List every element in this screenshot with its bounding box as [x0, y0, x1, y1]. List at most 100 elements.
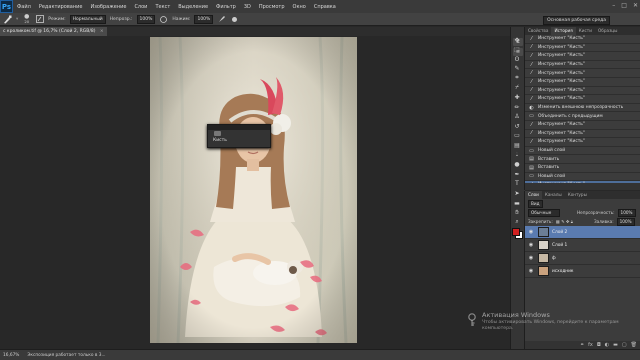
- history-tab[interactable]: Образцы: [595, 27, 621, 35]
- trash-icon[interactable]: 🗑︎: [631, 341, 637, 349]
- marquee-tool-icon[interactable]: ⬚: [513, 46, 521, 54]
- mode-select[interactable]: Нормальный: [69, 14, 106, 24]
- minimize-button[interactable]: –: [612, 2, 615, 9]
- adjustment-icon[interactable]: ◐: [605, 341, 609, 349]
- menu-item[interactable]: 3D: [240, 4, 255, 10]
- history-item[interactable]: ▭ Объединить с предыдущим: [525, 112, 640, 121]
- move-tool-icon[interactable]: ✥: [513, 36, 521, 44]
- history-item[interactable]: ⁄ Инструмент "Кисть": [525, 138, 640, 147]
- close-window-button[interactable]: ✕: [633, 2, 638, 9]
- history-item[interactable]: ⁄ Инструмент "Кисть": [525, 61, 640, 70]
- close-document-icon[interactable]: ×: [100, 29, 104, 34]
- eraser-icon[interactable]: ▭: [513, 132, 521, 140]
- type-tool-icon[interactable]: T: [513, 180, 521, 188]
- menu-item[interactable]: Слои: [130, 4, 151, 10]
- menu-item[interactable]: Изображение: [86, 4, 130, 10]
- layers-tab[interactable]: Каналы: [542, 191, 565, 199]
- quick-select-icon[interactable]: ✎: [513, 65, 521, 73]
- workspace-select[interactable]: Основная рабочая среда: [543, 16, 610, 25]
- menu-item[interactable]: Текст: [151, 4, 174, 10]
- healing-brush-icon[interactable]: ✚: [513, 94, 521, 102]
- crop-tool-icon[interactable]: ⌗: [513, 74, 521, 82]
- pen-tool-icon[interactable]: ✒: [513, 170, 521, 178]
- history-brush-icon[interactable]: ↺: [513, 122, 521, 130]
- history-item[interactable]: ⁄ Инструмент "Кисть": [525, 44, 640, 53]
- brush-tool-preset-icon[interactable]: [3, 15, 12, 24]
- lasso-tool-icon[interactable]: ʘ: [513, 55, 521, 63]
- flow-input[interactable]: 100%: [194, 14, 214, 24]
- zoom-tool-icon[interactable]: ⌕: [513, 218, 521, 226]
- menu-item[interactable]: Справка: [310, 4, 340, 10]
- history-item[interactable]: ▭ Новый слой: [525, 173, 640, 182]
- blend-mode-select[interactable]: Обычные: [528, 208, 560, 217]
- history-item-label: Инструмент "Кисть": [538, 79, 585, 85]
- layers-tab[interactable]: Контуры: [565, 191, 590, 199]
- dodge-tool-icon[interactable]: ●: [513, 161, 521, 169]
- history-item[interactable]: ⁄ Инструмент "Кисть": [525, 78, 640, 87]
- path-select-icon[interactable]: ➤: [513, 190, 521, 198]
- visibility-eye-icon[interactable]: ◉: [527, 268, 535, 274]
- history-item[interactable]: ▭ Новый слой: [525, 147, 640, 156]
- link-icon[interactable]: ⚭: [580, 341, 584, 349]
- color-swatches[interactable]: [512, 228, 523, 240]
- history-tab[interactable]: Свойства: [525, 27, 551, 35]
- hand-tool-icon[interactable]: ✋︎: [513, 209, 521, 217]
- opacity-input[interactable]: 100%: [136, 14, 156, 24]
- brush-panel-toggle-icon[interactable]: [35, 15, 44, 24]
- brush-tool-icon[interactable]: ✏: [513, 103, 521, 111]
- layers-tab[interactable]: Слои: [525, 191, 542, 199]
- history-item[interactable]: ⁄ Инструмент "Кисть": [525, 69, 640, 78]
- visibility-eye-icon[interactable]: ◉: [527, 242, 535, 248]
- canvas-area[interactable]: [0, 36, 510, 349]
- shape-tool-icon[interactable]: ▬: [513, 199, 521, 207]
- history-item[interactable]: ⁄ Инструмент "Кисть": [525, 130, 640, 139]
- menu-bar: Ps Файл Редактирование Изображение Слои Текс…: [0, 0, 640, 13]
- visibility-eye-icon[interactable]: ◉: [527, 229, 535, 235]
- history-item[interactable]: ◐ Изменить внешнюю непрозрачность: [525, 104, 640, 113]
- photo-canvas[interactable]: [150, 37, 357, 343]
- zoom-level[interactable]: 16,67%: [3, 353, 19, 358]
- history-tab[interactable]: Кисти: [576, 27, 595, 35]
- clone-stamp-icon[interactable]: ♙: [513, 113, 521, 121]
- menu-item[interactable]: Редактирование: [35, 4, 87, 10]
- lock-icons[interactable]: ▦ ✎ ✥ 🔒︎: [556, 219, 573, 224]
- layers-filter-row: Вид: [525, 199, 640, 208]
- history-item[interactable]: ⁄ Инструмент "Кисть": [525, 35, 640, 44]
- layer-row[interactable]: ◉ Слой 2: [525, 226, 640, 239]
- menu-item[interactable]: Выделение: [174, 4, 212, 10]
- menu-item[interactable]: Просмотр: [255, 4, 289, 10]
- visibility-eye-icon[interactable]: ◉: [527, 255, 535, 261]
- layer-opacity-input[interactable]: 100%: [617, 208, 636, 217]
- document-tab[interactable]: с кроликом.tif @ 16,7% (Слой 2, RGB/8) ×: [0, 27, 107, 36]
- foreground-color-swatch[interactable]: [512, 228, 520, 237]
- history-item-label: Вставить: [538, 165, 560, 171]
- group-icon[interactable]: ▬: [613, 341, 618, 349]
- maximize-button[interactable]: □: [621, 2, 627, 9]
- brush-size-picker[interactable]: ● 20: [22, 14, 31, 24]
- history-item[interactable]: ▤ Вставить: [525, 155, 640, 164]
- layer-row[interactable]: ◉ Слой 1: [525, 239, 640, 252]
- history-item[interactable]: ⁄ Инструмент "Кисть": [525, 95, 640, 104]
- airbrush-icon[interactable]: [217, 15, 226, 24]
- blur-tool-icon[interactable]: 💧︎: [513, 151, 521, 159]
- new-layer-icon[interactable]: ▢: [622, 341, 627, 349]
- mask-icon[interactable]: ◘: [597, 341, 601, 349]
- pressure-opacity-icon[interactable]: [159, 15, 168, 24]
- menu-item[interactable]: Фильтр: [212, 4, 240, 10]
- fx-icon[interactable]: fx: [588, 341, 593, 349]
- history-item[interactable]: ⁄ Инструмент "Кисть": [525, 52, 640, 61]
- status-info[interactable]: Экспозиция работает только в 3...: [27, 353, 105, 358]
- history-item[interactable]: ⁄ Инструмент "Кисть": [525, 87, 640, 96]
- layer-row[interactable]: ◉ исходник: [525, 265, 640, 278]
- menu-item[interactable]: Окно: [289, 4, 310, 10]
- gradient-icon[interactable]: ▤: [513, 142, 521, 150]
- history-item[interactable]: ▤ Вставить: [525, 164, 640, 173]
- pressure-size-icon[interactable]: [230, 15, 239, 24]
- history-item[interactable]: ⁄ Инструмент "Кисть": [525, 121, 640, 130]
- layer-row[interactable]: ◉ ф: [525, 252, 640, 265]
- eyedropper-icon[interactable]: ⌿: [513, 84, 521, 92]
- history-tab[interactable]: История: [551, 27, 576, 35]
- menu-item[interactable]: Файл: [13, 4, 35, 10]
- fill-input[interactable]: 100%: [616, 217, 635, 226]
- layer-filter-select[interactable]: Вид: [528, 199, 543, 208]
